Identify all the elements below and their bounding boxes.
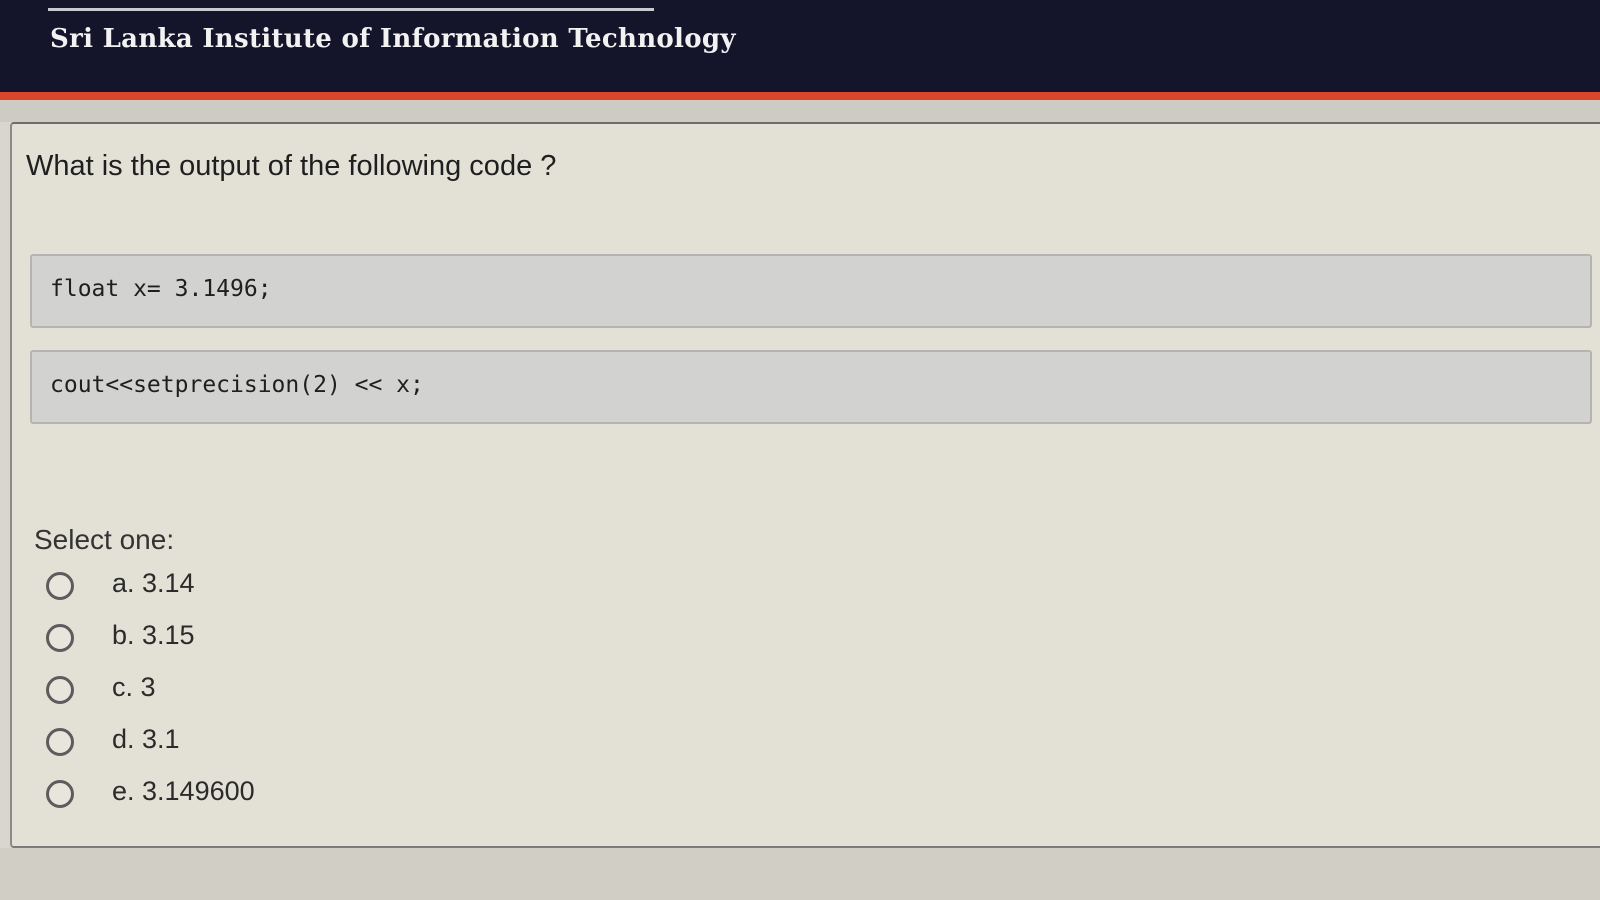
header-divider bbox=[48, 8, 654, 11]
option-label: b. 3.15 bbox=[112, 620, 195, 650]
answer-option-d[interactable]: d. 3.1 bbox=[46, 722, 446, 762]
site-header: Sri Lanka Institute of Information Techn… bbox=[0, 0, 1600, 92]
option-label: a. 3.14 bbox=[112, 568, 195, 598]
radio-button-icon[interactable] bbox=[46, 572, 74, 600]
radio-button-icon[interactable] bbox=[46, 676, 74, 704]
page-top-strip bbox=[0, 100, 1600, 122]
answer-option-e[interactable]: e. 3.149600 bbox=[46, 774, 446, 814]
question-prompt: What is the output of the following code… bbox=[26, 150, 557, 182]
radio-button-icon[interactable] bbox=[46, 728, 74, 756]
code-text: float x= 3.1496; bbox=[50, 276, 272, 302]
option-label: e. 3.149600 bbox=[112, 776, 255, 806]
page-bottom-strip bbox=[0, 848, 1600, 900]
answer-option-a[interactable]: a. 3.14 bbox=[46, 566, 446, 606]
code-block-line-2: cout<<setprecision(2) << x; bbox=[30, 350, 1592, 424]
answer-option-b[interactable]: b. 3.15 bbox=[46, 618, 446, 658]
answer-option-c[interactable]: c. 3 bbox=[46, 670, 446, 710]
code-text: cout<<setprecision(2) << x; bbox=[50, 372, 424, 398]
code-block-line-1: float x= 3.1496; bbox=[30, 254, 1592, 328]
header-accent-bar bbox=[0, 92, 1600, 100]
radio-button-icon[interactable] bbox=[46, 624, 74, 652]
option-label: c. 3 bbox=[112, 672, 156, 702]
select-one-label: Select one: bbox=[34, 524, 175, 555]
question-card: What is the output of the following code… bbox=[10, 122, 1600, 848]
site-title: Sri Lanka Institute of Information Techn… bbox=[50, 24, 736, 54]
option-label: d. 3.1 bbox=[112, 724, 180, 754]
radio-button-icon[interactable] bbox=[46, 780, 74, 808]
